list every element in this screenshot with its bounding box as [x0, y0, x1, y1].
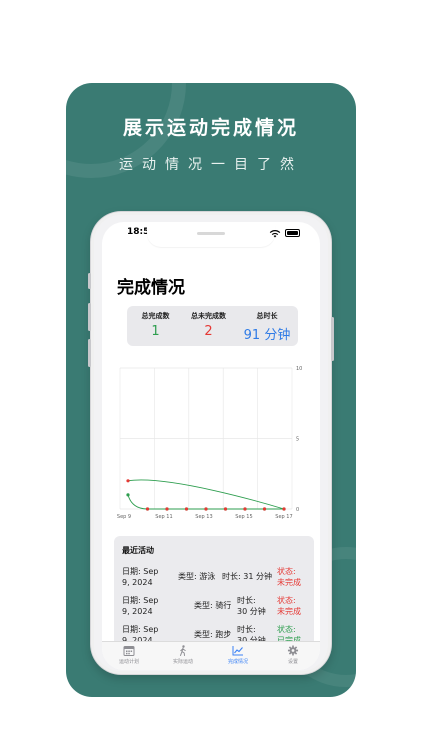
x-tick-label: Sep 15: [235, 514, 252, 520]
data-point: [126, 493, 130, 497]
stat-label: 总时长: [256, 312, 278, 320]
activity-duration: 时长:30 分钟: [237, 596, 266, 616]
activity-type: 类型: 游泳: [178, 572, 216, 581]
data-point: [184, 507, 189, 511]
tab-bar: 运动计划 实际运动 完成情况 设置: [102, 641, 320, 670]
activity-duration: 时长: 31 分钟: [222, 572, 272, 581]
data-point: [282, 507, 286, 511]
promo-subline: 运动情况一目了然: [119, 157, 303, 173]
data-point: [204, 507, 208, 511]
status-bar: 18:5(: [102, 225, 320, 247]
stat-total-completed: 总完成数 1: [127, 311, 184, 339]
stat-total-incomplete: 总未完成数 2: [180, 311, 237, 339]
volume-up-button: [88, 303, 91, 331]
data-point: [126, 479, 130, 483]
recent-activity-card: 最近活动 日期: Sep 9, 2024 类型: 游泳 时长: 31 分钟 状态:…: [114, 536, 314, 656]
series-line: [127, 479, 285, 510]
tab-plan[interactable]: 运动计划: [102, 645, 156, 665]
y-tick-label: 0: [296, 507, 299, 513]
data-point: [223, 507, 228, 511]
activity-row[interactable]: 日期: Sep 9, 2024 类型: 骑行 时长: 30 分钟 状态: 未完成: [114, 595, 314, 625]
tab-label: 运动计划: [118, 659, 139, 665]
x-tick-label: Sep 11: [155, 514, 172, 520]
completion-chart: 10 5 0 Sep 9 Sep 11 Sep 13 Sep 15 Sep 17: [117, 366, 302, 520]
y-tick-label: 5: [296, 437, 299, 443]
notch: [147, 225, 275, 247]
mute-switch: [88, 273, 91, 289]
speaker-grille: [197, 232, 225, 235]
calendar-icon: [123, 646, 135, 656]
app-screen: 18:5( 完成情况 总完成数 1 总未完成数 2 总时长 91 分钟 10 5…: [102, 222, 320, 670]
activity-date: 日期: Sep9, 2024: [122, 567, 159, 587]
activity-row[interactable]: 日期: Sep 9, 2024 类型: 游泳 时长: 31 分钟 状态: 未完成: [114, 566, 314, 596]
gear-icon: [287, 645, 299, 656]
volume-down-button: [88, 339, 91, 367]
data-point: [262, 507, 267, 511]
battery-icon: [285, 229, 300, 237]
data-point: [165, 507, 169, 511]
y-tick-label: 10: [296, 366, 302, 372]
stat-value: 91 分钟: [243, 328, 291, 343]
page-title: 完成情况: [117, 278, 185, 298]
activity-type: 类型: 跑步: [194, 630, 232, 639]
stat-label: 总完成数: [141, 312, 170, 320]
activity-status: 状态: 未完成: [277, 596, 301, 616]
chart-line-icon: [232, 646, 243, 656]
activity-status: 状态: 未完成: [277, 567, 301, 587]
phone-frame: 18:5( 完成情况 总完成数 1 总未完成数 2 总时长 91 分钟 10 5…: [88, 212, 334, 674]
tab-label: 完成情况: [227, 659, 248, 665]
summary-stats-card: 总完成数 1 总未完成数 2 总时长 91 分钟: [127, 306, 298, 346]
tab-settings[interactable]: 设置: [266, 645, 320, 665]
activity-date: 日期: Sep9, 2024: [122, 596, 159, 616]
recent-activity-title: 最近活动: [122, 546, 154, 555]
tab-completion[interactable]: 完成情况: [211, 645, 265, 665]
tab-actual[interactable]: 实际运动: [156, 645, 210, 665]
stat-value: 2: [204, 324, 213, 339]
x-tick-label: Sep 9: [117, 514, 131, 520]
promo-headline: 展示运动完成情况: [122, 117, 299, 139]
wifi-icon: [269, 230, 281, 238]
tab-label: 设置: [287, 659, 298, 665]
data-point: [145, 507, 150, 511]
stat-total-duration: 总时长 91 分钟: [237, 311, 297, 343]
x-tick-label: Sep 17: [275, 514, 292, 520]
x-tick-label: Sep 13: [195, 514, 212, 520]
stat-label: 总未完成数: [191, 312, 226, 320]
stat-value: 1: [151, 324, 160, 339]
power-button: [331, 317, 334, 361]
data-point: [243, 507, 247, 511]
activity-type: 类型: 骑行: [194, 601, 232, 610]
walking-icon: [180, 645, 186, 656]
tab-label: 实际运动: [172, 659, 193, 665]
